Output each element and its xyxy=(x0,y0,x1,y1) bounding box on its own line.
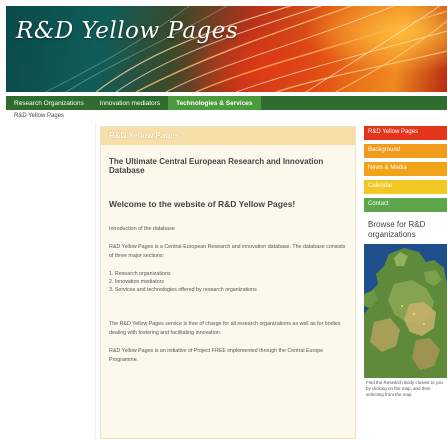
left-column xyxy=(6,122,96,439)
side-menu-news-media[interactable]: News & Media xyxy=(364,162,447,176)
page-subtitle: The Ultimate Central European Research a… xyxy=(109,157,324,175)
banner-corner-text: ... xyxy=(437,10,443,16)
list-item: 3. Services and technologies offered by … xyxy=(109,287,257,293)
side-menu-contact[interactable]: Contact xyxy=(364,198,447,212)
europe-map-graphic xyxy=(364,244,447,378)
europe-map[interactable] xyxy=(364,244,447,378)
nav-item-research-organizations[interactable]: Research Organizations xyxy=(6,96,92,110)
free-service-text: The R&D Yellow Pages service is free of … xyxy=(109,321,341,336)
initiative-text: R&D Yellow Pages is an initiative of Pro… xyxy=(109,348,324,363)
intro-heading: Introduction of the database xyxy=(109,226,175,232)
intro-text: R&D Yellow Pages is a Central-European R… xyxy=(109,244,346,259)
breadcrumb[interactable]: R&D Yellow Pages xyxy=(14,113,64,119)
side-menu-background[interactable]: Background xyxy=(364,144,447,158)
main-content-panel: R&D Yellow Pages The Ultimate Central Eu… xyxy=(100,126,356,439)
sections-list: 1. Research organizations 2. Innovation … xyxy=(109,270,347,294)
side-menu-rd-yellow-pages[interactable]: R&D Yellow Pages xyxy=(364,126,447,140)
header-banner: R&D Yellow Pages ... xyxy=(6,6,447,92)
list-item: 2. Innovation mediators xyxy=(109,279,165,285)
list-item: 1. Research organizations xyxy=(109,271,171,277)
site-logo-title[interactable]: R&D Yellow Pages xyxy=(16,18,238,44)
browse-organizations-title: Browse for R&D organizations xyxy=(368,220,426,239)
nav-item-technologies-services[interactable]: Technologies & Services xyxy=(168,96,261,110)
welcome-heading: Welcome to the website of R&D Yellow Pag… xyxy=(109,199,296,209)
nav-item-innovation-mediators[interactable]: Innovation mediators xyxy=(92,96,168,110)
map-caption: Find the Research Body closest to you by… xyxy=(366,380,444,397)
main-panel-header: R&D Yellow Pages xyxy=(101,127,355,145)
side-menu-calendar[interactable]: Calendar xyxy=(364,180,447,194)
main-navigation: Research Organizations Innovation mediat… xyxy=(6,96,447,110)
right-sidebar: R&D Yellow Pages Background News & Media… xyxy=(364,126,447,439)
